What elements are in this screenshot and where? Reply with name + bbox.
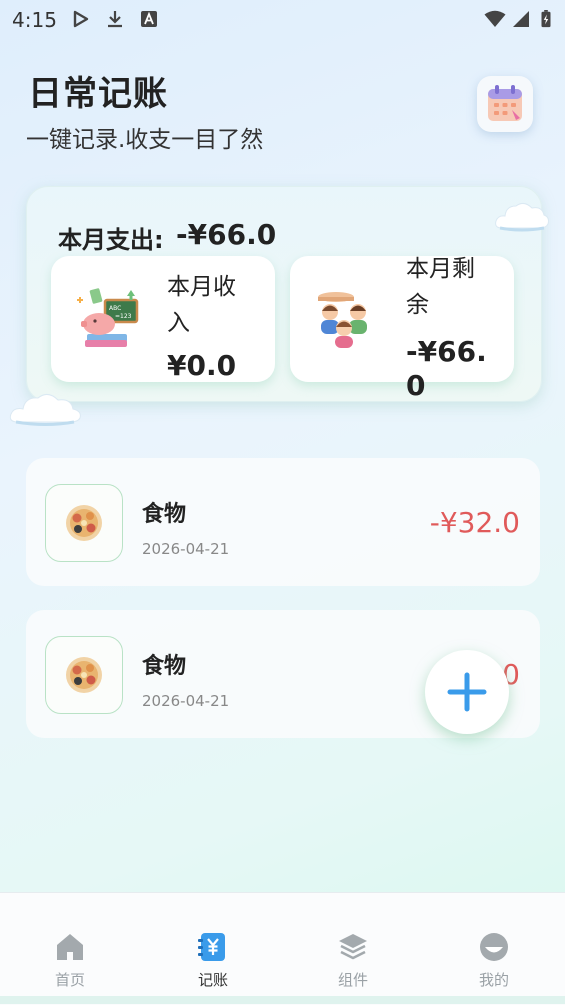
bottom-tab-bar: 首页 记账 组件 我的 [0, 892, 565, 1005]
status-bar: 4:15 [0, 0, 565, 40]
calendar-icon [488, 85, 522, 121]
add-record-button[interactable] [425, 650, 509, 734]
layers-icon [339, 934, 367, 960]
text-a-icon [141, 11, 157, 27]
profile-icon [480, 933, 508, 961]
download-icon [108, 11, 122, 28]
remaining-value-line1: -¥66. [406, 335, 487, 368]
monthly-income-card[interactable]: ABC =123 本月收 入 ¥0.0 [51, 256, 275, 382]
page-title: 日常记账 [28, 74, 168, 114]
record-icon-box [45, 636, 123, 714]
page-subtitle: 一键记录.收支一目了然 [26, 127, 264, 153]
money-piggy-icon: ABC =123 [77, 288, 139, 347]
tab-label: 首页 [54, 971, 85, 989]
tab-label: 记账 [197, 971, 228, 989]
calendar-button[interactable] [477, 76, 533, 132]
tab-widgets[interactable]: 组件 [303, 893, 403, 1005]
cloud-icon [9, 394, 81, 426]
tab-label: 我的 [478, 971, 509, 989]
record-item[interactable]: 食物 2026-04-21 -¥32.0 [26, 458, 540, 586]
record-date: 2026-04-21 [142, 540, 230, 558]
food-plate-icon [66, 657, 102, 693]
tab-bookkeeping[interactable]: 记账 [163, 893, 263, 1005]
income-value: ¥0.0 [167, 349, 237, 382]
signal-icon [513, 11, 529, 27]
income-label-line2: 入 [167, 310, 190, 336]
record-category: 食物 [142, 502, 187, 527]
monthly-expense-label: 本月支出: [58, 226, 164, 254]
record-category: 食物 [142, 654, 187, 679]
wifi-icon [484, 10, 506, 27]
tab-profile[interactable]: 我的 [444, 893, 544, 1005]
yen-note-icon [198, 933, 225, 961]
plus-icon [447, 672, 487, 712]
cloud-icon [495, 202, 549, 232]
status-time: 4:15 [12, 8, 57, 32]
record-amount: -¥32.0 [429, 506, 520, 539]
play-icon [73, 10, 89, 28]
remaining-label-line2: 余 [406, 292, 429, 318]
battery-charging-icon [541, 10, 551, 28]
monthly-expense-value: -¥66.0 [176, 218, 277, 251]
svg-text:=123: =123 [115, 313, 132, 320]
food-plate-icon [66, 505, 102, 541]
svg-text:ABC: ABC [109, 305, 121, 312]
family-icon [318, 292, 367, 348]
monthly-remaining-card[interactable]: 本月剩 余 -¥66. 0 [290, 256, 514, 402]
record-icon-box [45, 484, 123, 562]
bottom-edge [0, 996, 565, 1004]
record-date: 2026-04-21 [142, 692, 230, 710]
home-icon [57, 934, 83, 960]
tab-label: 组件 [337, 971, 368, 989]
tab-home[interactable]: 首页 [20, 893, 120, 1005]
remaining-value-line2: 0 [406, 369, 426, 402]
